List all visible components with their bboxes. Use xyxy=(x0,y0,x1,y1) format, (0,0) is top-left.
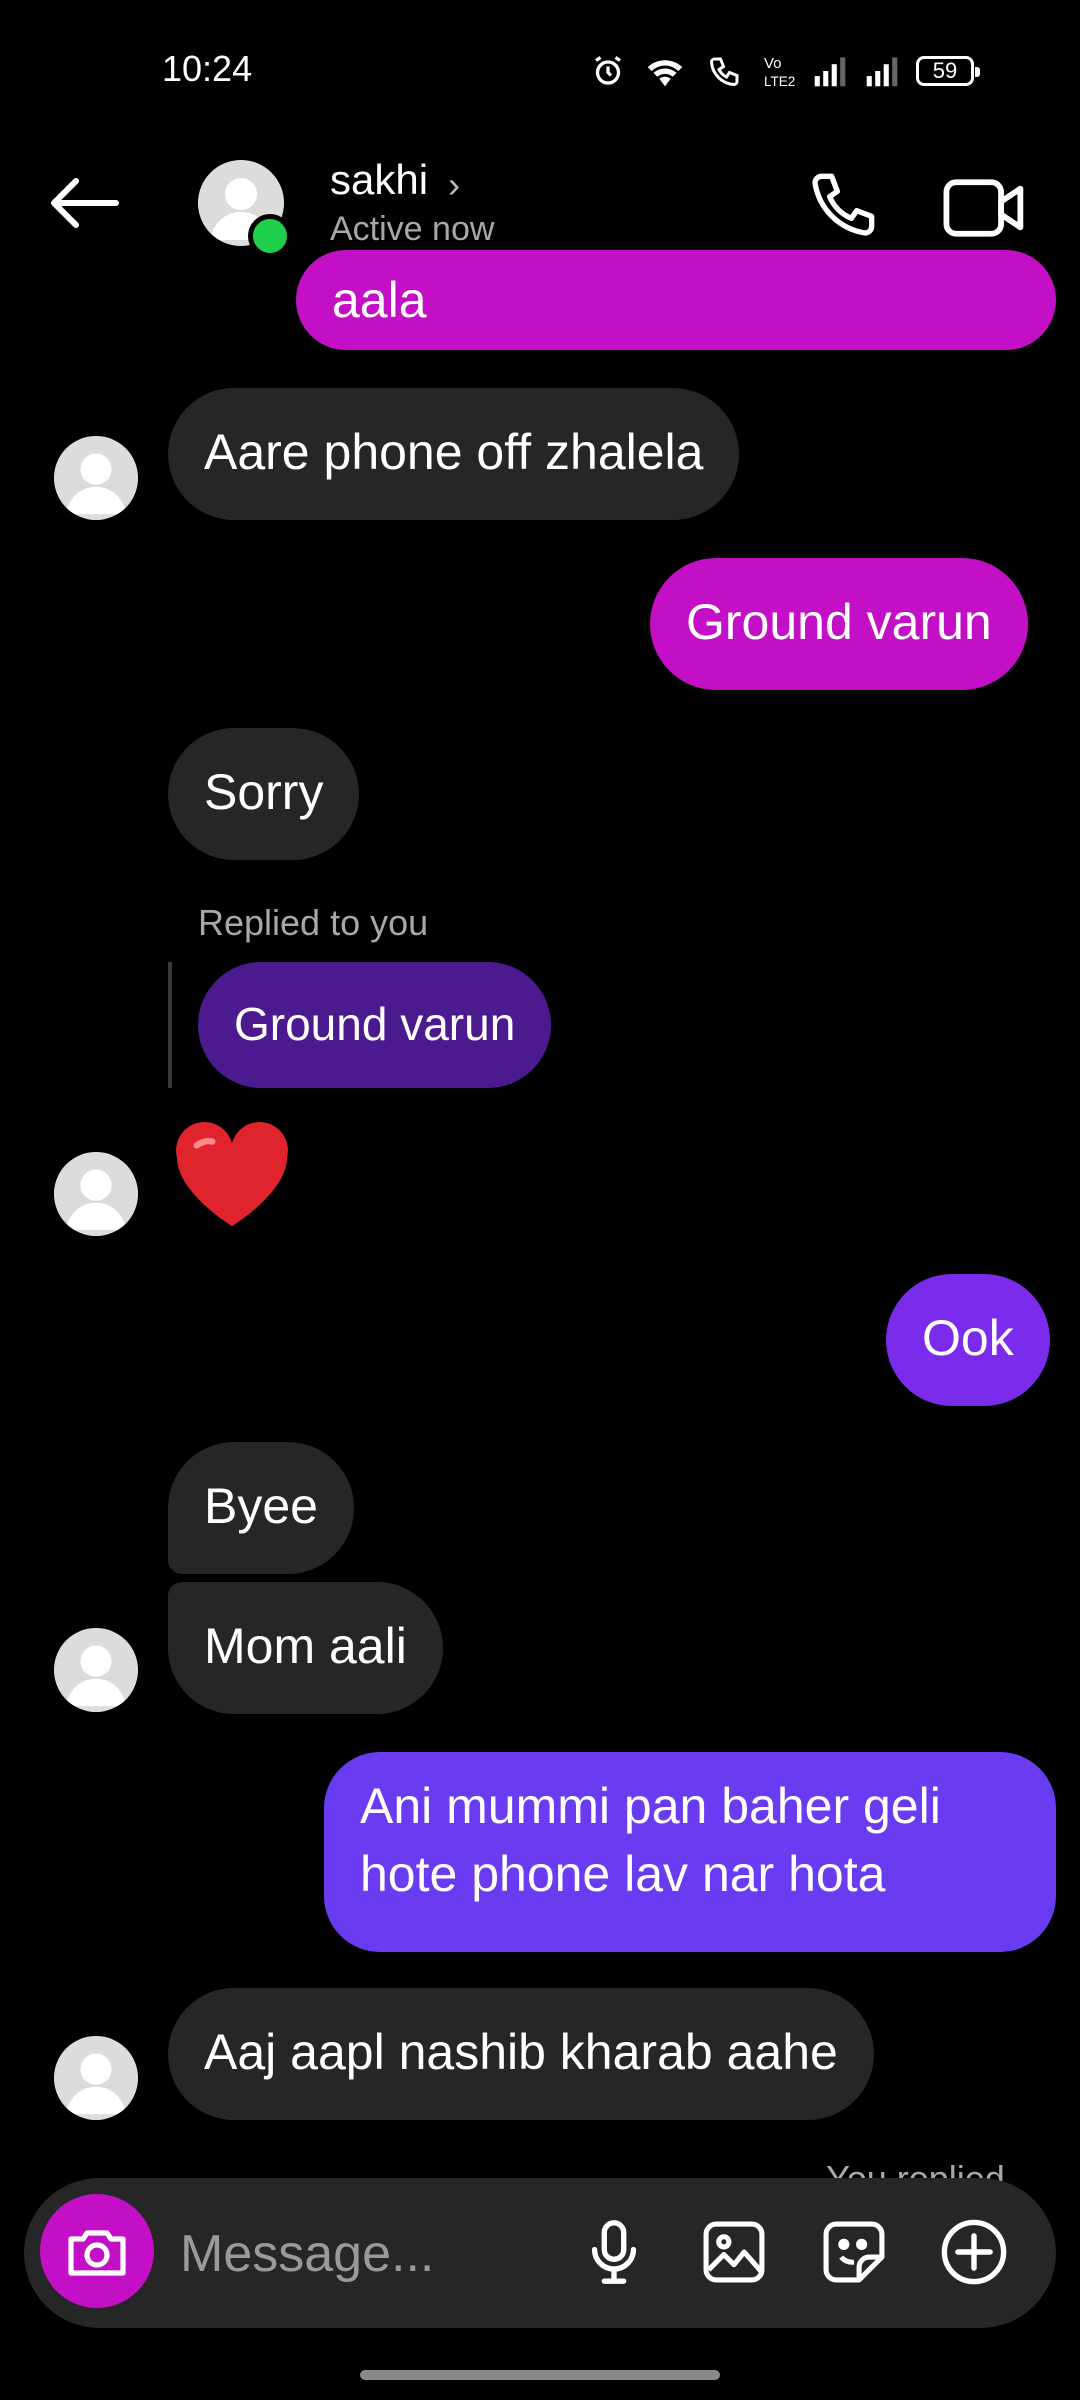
online-indicator xyxy=(248,214,292,258)
back-arrow-icon xyxy=(51,178,119,228)
wifi-calling-icon xyxy=(709,57,739,87)
sticker-button[interactable] xyxy=(814,2212,894,2292)
svg-text:Vo: Vo xyxy=(764,55,782,72)
sticker-icon xyxy=(823,2221,885,2283)
sent-message-partial[interactable]: aala xyxy=(296,250,1056,350)
video-call-button[interactable] xyxy=(940,168,1030,248)
sent-message[interactable]: Ook xyxy=(886,1274,1050,1406)
received-message[interactable]: Aare phone off zhalela xyxy=(168,388,740,520)
wifi-icon xyxy=(647,60,683,87)
chevron-right-icon[interactable]: › xyxy=(448,164,460,206)
sent-message[interactable]: Ground varun xyxy=(650,558,1028,690)
microphone-button[interactable] xyxy=(574,2212,654,2292)
message-line: Ani mummi pan baher geli xyxy=(360,1778,941,1834)
received-message[interactable]: Byee xyxy=(168,1442,354,1574)
camera-icon xyxy=(68,2230,126,2276)
status-time: 10:24 xyxy=(162,48,253,89)
plus-icon xyxy=(941,2219,1007,2285)
alarm-icon xyxy=(595,56,621,85)
reply-quote-bar xyxy=(168,962,172,1088)
received-message[interactable]: Sorry xyxy=(168,728,360,860)
contact-name[interactable]: sakhi xyxy=(330,156,428,204)
sender-avatar[interactable] xyxy=(54,436,138,520)
reply-label: Replied to you xyxy=(198,902,429,943)
sender-avatar[interactable] xyxy=(54,2036,138,2120)
back-button[interactable] xyxy=(40,160,130,250)
heart-reaction-message[interactable] xyxy=(168,1116,296,1234)
battery-indicator: 59 xyxy=(916,56,980,86)
microphone-icon xyxy=(591,2220,637,2284)
received-message[interactable]: Mom aali xyxy=(168,1582,443,1714)
video-icon xyxy=(943,179,1024,237)
svg-text:LTE2: LTE2 xyxy=(764,74,795,89)
gallery-button[interactable] xyxy=(694,2212,774,2292)
camera-button[interactable] xyxy=(40,2194,154,2308)
message-input[interactable] xyxy=(178,2218,572,2290)
status-icons: Vo LTE2 59 xyxy=(590,48,980,94)
message-line: hote phone lav nar hota xyxy=(360,1846,886,1902)
phone-icon xyxy=(812,173,875,236)
gallery-icon xyxy=(703,2221,765,2283)
active-status: Active now xyxy=(330,210,495,248)
received-message[interactable]: Aaj aapl nashib kharab aahe xyxy=(168,1988,874,2120)
reply-quoted-message[interactable]: Ground varun xyxy=(198,962,552,1088)
signal-icon-1 xyxy=(814,57,846,87)
sent-message-multiline[interactable]: Ani mummi pan baher geli hote phone lav … xyxy=(324,1752,1056,1952)
home-indicator[interactable] xyxy=(360,2370,720,2380)
audio-call-button[interactable] xyxy=(800,168,880,248)
more-button[interactable] xyxy=(934,2212,1014,2292)
sender-avatar[interactable] xyxy=(54,1628,138,1712)
signal-icon-2 xyxy=(866,57,898,87)
sender-avatar[interactable] xyxy=(54,1152,138,1236)
heart-icon xyxy=(176,1122,288,1227)
volte-icon: Vo LTE2 xyxy=(764,55,795,89)
